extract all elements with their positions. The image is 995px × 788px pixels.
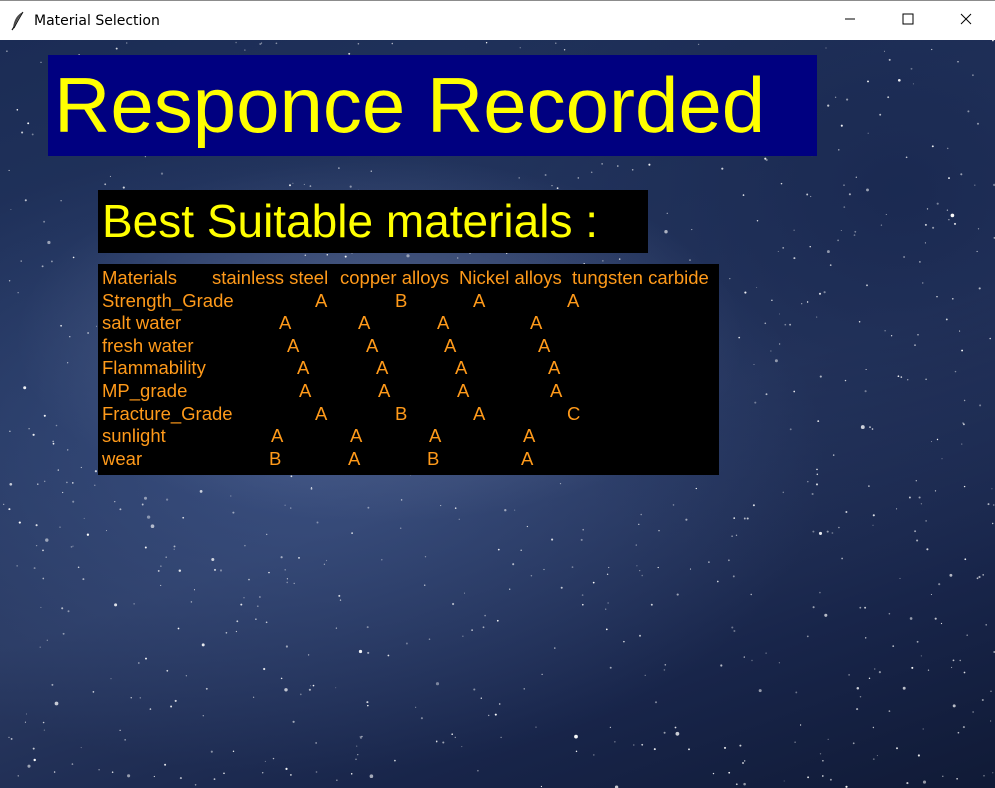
grade-value: A — [358, 312, 371, 334]
property-label: Fracture_Grade — [102, 402, 233, 424]
grade-value: A — [299, 379, 312, 401]
column-header: stainless steel — [212, 267, 329, 288]
grade-value: A — [521, 447, 534, 469]
app-window: Material Selection Responce Recorded Bes… — [0, 0, 995, 788]
table-header-row: Materials stainless steel copper alloys … — [98, 267, 719, 290]
column-header: copper alloys — [340, 267, 450, 288]
grade-value: A — [455, 357, 468, 379]
maximize-button[interactable] — [879, 1, 937, 40]
grade-value: B — [395, 402, 408, 424]
window-content: Responce Recorded Best Suitable material… — [0, 40, 995, 788]
maximize-icon — [902, 12, 914, 30]
grade-value: A — [437, 312, 450, 334]
table-row: Fracture_Grade A B A C — [98, 403, 719, 426]
property-label: MP_grade — [102, 379, 188, 401]
property-label: Strength_Grade — [102, 289, 234, 311]
results-heading: Best Suitable materials : — [98, 190, 648, 253]
property-label: wear — [102, 447, 143, 469]
feather-icon — [10, 11, 26, 31]
property-label: salt water — [102, 312, 182, 334]
grade-value: A — [378, 379, 391, 401]
grade-value: A — [376, 357, 389, 379]
grade-value: A — [297, 357, 310, 379]
close-icon — [960, 12, 972, 30]
grade-value: B — [395, 289, 408, 311]
grade-value: A — [271, 425, 284, 447]
grade-value: A — [366, 334, 379, 356]
grade-value: B — [269, 447, 282, 469]
table-row: Strength_Grade A B A A — [98, 290, 719, 313]
grade-value: A — [457, 379, 470, 401]
response-banner: Responce Recorded — [48, 55, 817, 156]
table-row: salt water A A A A — [98, 312, 719, 335]
close-button[interactable] — [937, 1, 995, 40]
materials-results-table: Materials stainless steel copper alloys … — [98, 264, 719, 475]
table-row: fresh water A A A A — [98, 335, 719, 358]
table-row: MP_grade A A A A — [98, 380, 719, 403]
minimize-button[interactable] — [821, 1, 879, 40]
property-label: Flammability — [102, 357, 206, 379]
column-header: tungsten carbide — [572, 267, 709, 288]
header-label: Materials — [102, 267, 178, 288]
window-controls — [821, 1, 995, 40]
title-bar[interactable]: Material Selection — [0, 0, 995, 40]
table-row: Flammability A A A A — [98, 357, 719, 380]
property-label: sunlight — [102, 425, 166, 447]
column-header: Nickel alloys — [459, 267, 562, 288]
grade-value: A — [315, 289, 328, 311]
grade-value: A — [348, 447, 361, 469]
table-row: wear B A B A — [98, 448, 719, 471]
grade-value: A — [315, 402, 328, 424]
grade-value: A — [567, 289, 580, 311]
grade-value: B — [427, 447, 440, 469]
property-label: fresh water — [102, 334, 194, 356]
minimize-icon — [844, 12, 856, 30]
window-title: Material Selection — [34, 12, 160, 29]
grade-value: A — [287, 334, 300, 356]
grade-value: A — [473, 402, 486, 424]
grade-value: A — [279, 312, 292, 334]
grade-value: A — [538, 334, 551, 356]
grade-value: A — [444, 334, 457, 356]
grade-value: C — [567, 402, 581, 424]
grade-value: A — [350, 425, 363, 447]
grade-value: A — [550, 379, 563, 401]
grade-value: A — [548, 357, 561, 379]
table-row: sunlight A A A A — [98, 425, 719, 448]
grade-value: A — [473, 289, 486, 311]
grade-value: A — [523, 425, 536, 447]
grade-value: A — [429, 425, 442, 447]
grade-value: A — [530, 312, 543, 334]
